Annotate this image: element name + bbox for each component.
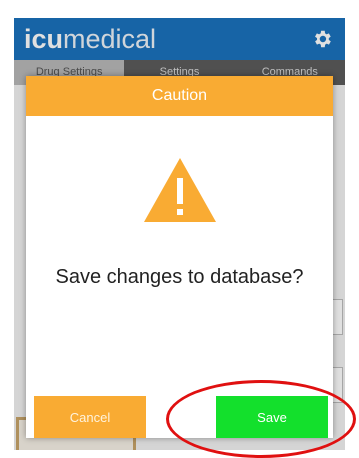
warning-icon <box>144 158 216 222</box>
dialog-message: Save changes to database? <box>55 266 304 288</box>
annotation-highlight-circle <box>166 380 356 458</box>
cancel-button[interactable]: Cancel <box>34 396 146 438</box>
dialog-title: Caution <box>26 76 333 116</box>
